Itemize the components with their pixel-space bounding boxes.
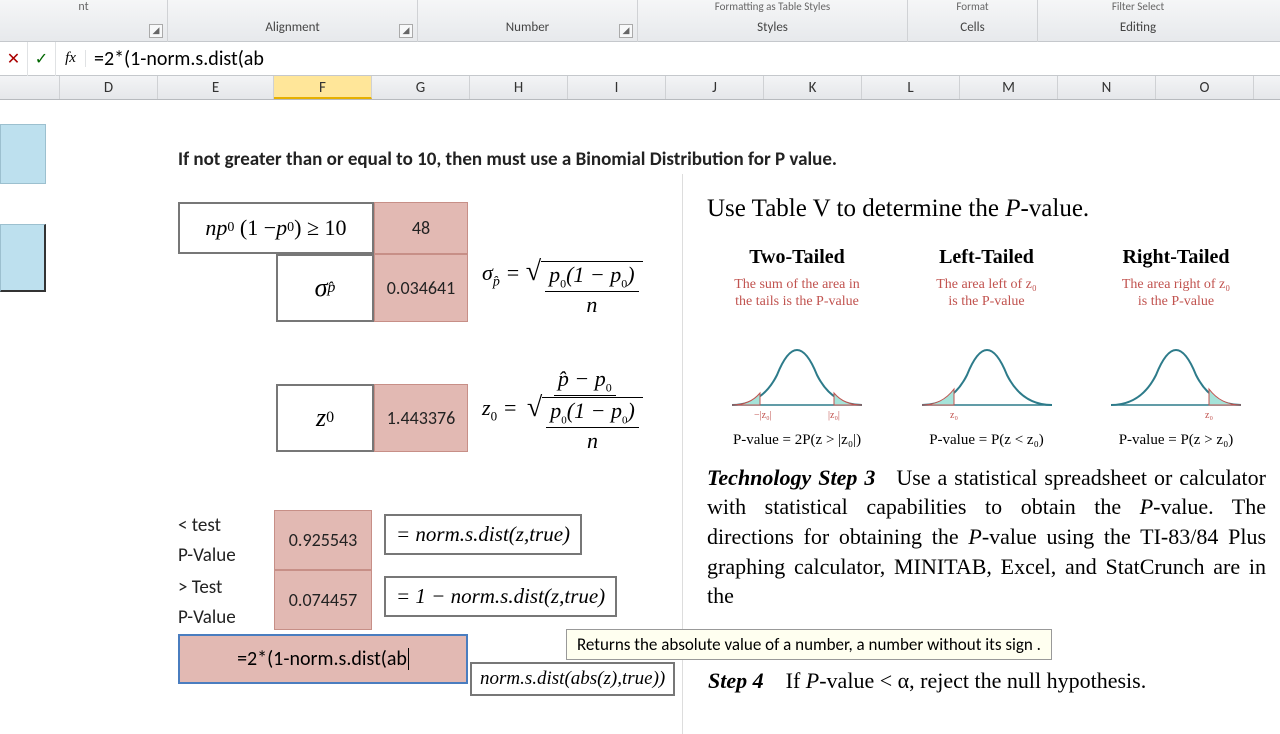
left-tailed-col: Left-Tailed The area left of z₀ is the P…: [897, 244, 1077, 451]
col-header-E[interactable]: E: [158, 76, 274, 99]
col-header-K[interactable]: K: [764, 76, 862, 99]
dialog-launcher-icon[interactable]: ◢: [619, 24, 633, 38]
overlay-title: Use Table V to determine the P-value.: [707, 192, 1266, 226]
svg-text:−|z₀|: −|z₀|: [754, 410, 772, 421]
gt-formula-box: = 1 − norm.s.dist(z,true): [384, 576, 617, 617]
lt-formula-box: = norm.s.dist(z,true): [384, 514, 582, 555]
col-header-L[interactable]: L: [862, 76, 960, 99]
ribbon-group-editing[interactable]: Filter Select Editing: [1038, 0, 1238, 42]
z-formula: z0 = p̂ − p0 √ p0(1 − p0) n: [482, 366, 647, 454]
cell-blue-1[interactable]: [0, 124, 46, 184]
z0-label-cell: z0: [276, 384, 374, 452]
col-header-H[interactable]: H: [470, 76, 568, 99]
ribbon-groups: nt ◢ Alignment ◢ Number ◢ Formatting as …: [0, 0, 1280, 42]
svg-text:z₀: z₀: [1205, 410, 1213, 421]
two-tailed-col: Two-Tailed The sum of the area in the ta…: [707, 244, 887, 451]
z0-value-cell[interactable]: 1.443376: [374, 384, 468, 452]
col-header-G[interactable]: G: [372, 76, 470, 99]
dialog-launcher-icon[interactable]: ◢: [399, 24, 413, 38]
function-tooltip: Returns the absolute value of a number, …: [566, 629, 1052, 660]
ribbon-group-styles[interactable]: Formatting as Table Styles Styles: [638, 0, 908, 42]
col-header-N[interactable]: N: [1058, 76, 1156, 99]
np-value-cell[interactable]: 48: [374, 202, 468, 254]
sigma-label-cell: σp̂: [276, 254, 374, 322]
right-tailed-col: Right-Tailed The area right of z₀ is the…: [1086, 244, 1266, 451]
sigma-formula: σp̂ = √ p0(1 − p0) n: [482, 260, 643, 318]
instruction-text: If not greater than or equal to 10, then…: [178, 148, 1078, 171]
col-header-F[interactable]: F: [274, 76, 372, 99]
worksheet-grid[interactable]: If not greater than or equal to 10, then…: [0, 100, 1280, 718]
col-header-M[interactable]: M: [960, 76, 1058, 99]
col-header-J[interactable]: J: [666, 76, 764, 99]
bell-right-tailed: z₀: [1101, 315, 1251, 425]
fx-button[interactable]: fx: [56, 50, 86, 67]
formula-bar: ✕ ✓ fx =2*(1-norm.s.dist(ab: [0, 42, 1280, 76]
formula-input[interactable]: =2*(1-norm.s.dist(ab: [86, 47, 1280, 71]
step-4-text: Step 4 If P-value < α, reject the null h…: [708, 668, 1146, 694]
cancel-button[interactable]: ✕: [0, 42, 28, 76]
svg-text:|z₀|: |z₀|: [828, 410, 840, 421]
ribbon-group-number[interactable]: Number ◢: [418, 0, 638, 42]
gt-test-label2: P-Value: [178, 606, 236, 629]
editing-cell[interactable]: =2*(1-norm.s.dist(ab: [178, 634, 468, 684]
gt-pvalue-cell[interactable]: 0.074457: [274, 570, 372, 630]
lt-test-label1: < test: [178, 514, 221, 537]
lt-pvalue-cell[interactable]: 0.925543: [274, 510, 372, 570]
ribbon-group-alignment[interactable]: Alignment ◢: [168, 0, 418, 42]
bell-left-tailed: z₀: [912, 315, 1062, 425]
np-condition-cell: np0 (1 − p0) ≥ 10: [178, 202, 374, 254]
enter-button[interactable]: ✓: [28, 42, 56, 76]
sigma-value-cell[interactable]: 0.034641: [374, 254, 468, 322]
technology-step-3: Technology Step 3 Use a statistical spre…: [707, 463, 1266, 611]
two-tailed-formula-box: norm.s.dist(abs(z),true)): [470, 662, 675, 696]
dialog-launcher-icon[interactable]: ◢: [149, 24, 163, 38]
gt-test-label1: > Test: [178, 576, 222, 599]
cell-blue-2[interactable]: [0, 224, 46, 292]
bell-two-tailed: −|z₀| |z₀|: [722, 315, 872, 425]
col-header-O[interactable]: O: [1156, 76, 1254, 99]
col-header-D[interactable]: D: [60, 76, 158, 99]
tails-row: Two-Tailed The sum of the area in the ta…: [707, 244, 1266, 451]
svg-text:z₀: z₀: [950, 410, 958, 421]
col-header-I[interactable]: I: [568, 76, 666, 99]
ribbon-group-cells[interactable]: Format Cells: [908, 0, 1038, 42]
lt-test-label2: P-Value: [178, 544, 236, 567]
ribbon-group-font[interactable]: nt ◢: [0, 0, 168, 42]
column-headers: D E F G H I J K L M N O: [0, 76, 1280, 100]
